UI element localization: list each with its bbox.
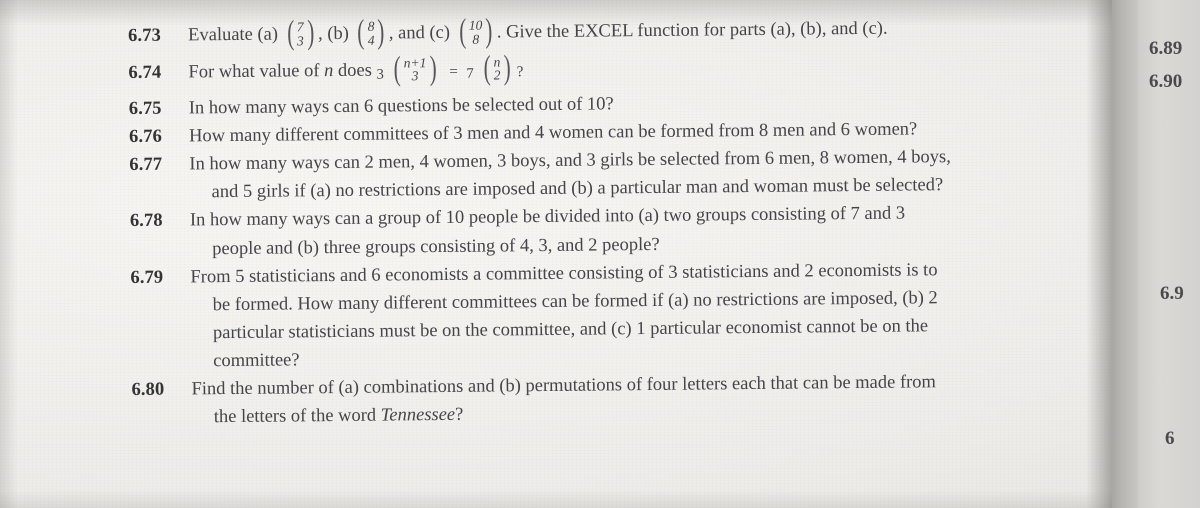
page-gutter-fold <box>1112 0 1138 508</box>
problem-text-part: the letters of the word <box>213 405 381 428</box>
problem-list: 6.73 Evaluate (a) ( 7 3 ) , (b) ( 8 4) … <box>128 13 1112 434</box>
right-paren: ) <box>377 14 385 52</box>
question-mark: ? <box>516 63 524 80</box>
binomial-top: 10 <box>468 17 483 33</box>
binomial-top: n <box>493 53 501 69</box>
problem-6-74: 6.74 For what value of n does 3 ( n+1 3 … <box>128 49 1108 87</box>
binomial-bottom: 2 <box>493 67 501 83</box>
binomial-coefficient-n-plus-1-3: ( n+1 3 ) <box>391 50 439 88</box>
right-coefficient: 7 <box>466 65 474 82</box>
problem-body: For what value of n does 3 ( n+1 3 ) = 7… <box>188 49 1108 88</box>
problem-6-78: 6.78 In how many ways can a group of 10 … <box>130 198 1110 264</box>
binomial-stack: n 2 <box>492 53 501 83</box>
left-edge-shadow <box>0 0 18 508</box>
problem-number: 6.79 <box>130 267 164 288</box>
problem-text-part: ? <box>455 405 464 426</box>
binomial-coefficient-8-4: ( 8 4 ) <box>355 14 387 52</box>
binomial-stack: 10 8 <box>468 17 484 47</box>
binomial-top: 8 <box>367 18 375 34</box>
binomial-stack: 8 4 <box>367 18 376 48</box>
problem-number: 6.77 <box>129 154 163 176</box>
facing-page-problem-number: 6.90 <box>1149 71 1183 92</box>
facing-page-problem-number: 6 <box>1165 428 1175 449</box>
left-paren: ( <box>357 14 365 52</box>
facing-page-problem-number: 6.89 <box>1149 38 1183 59</box>
problem-number: 6.80 <box>131 379 165 401</box>
left-paren: ( <box>286 14 294 52</box>
binomial-bottom: 3 <box>411 68 419 84</box>
binomial-stack: n+1 3 <box>403 55 428 84</box>
equals-sign: = <box>449 63 458 80</box>
right-paren: ) <box>485 12 493 51</box>
problem-number: 6.73 <box>128 25 162 46</box>
problem-number: 6.78 <box>129 211 163 232</box>
facing-page-problem-number: 6.9 <box>1160 283 1184 304</box>
binomial-top: 7 <box>296 19 304 35</box>
binomial-bottom: 3 <box>296 33 304 49</box>
problem-line: Find the number of (a) combinations and … <box>191 372 936 400</box>
binomial-coefficient-n-2: ( n 2 ) <box>481 49 513 87</box>
problem-body: In how many ways can 2 men, 4 women, 3 b… <box>189 142 1109 207</box>
problem-text-part: For what value of n does <box>188 60 373 82</box>
binomial-coefficient-10-8: ( 10 8 ) <box>457 12 495 51</box>
problem-number: 6.76 <box>129 126 162 148</box>
bottom-edge-shadow <box>0 490 1200 508</box>
left-paren: ( <box>393 50 401 88</box>
right-paren: ) <box>429 50 437 88</box>
problem-text-part: , (b) <box>317 23 349 45</box>
problem-text-part: . Give the EXCEL function for parts (a),… <box>496 18 888 43</box>
problem-6-80: 6.80 Find the number of (a) combinations… <box>131 367 1111 433</box>
problem-body: Find the number of (a) combinations and … <box>191 367 1111 432</box>
problem-6-77: 6.77 In how many ways can 2 men, 4 women… <box>129 142 1109 208</box>
problem-line: In how many ways can 2 men, 4 women, 3 b… <box>189 147 951 175</box>
right-paren: ) <box>503 49 511 87</box>
binomial-stack: 7 3 <box>296 19 305 49</box>
problem-text-part: Evaluate (a) <box>188 24 279 46</box>
problem-6-79: 6.79 From 5 statisticians and 6 economis… <box>130 254 1111 376</box>
problem-body: From 5 statisticians and 6 economists a … <box>190 254 1111 375</box>
binomial-bottom: 4 <box>367 32 375 48</box>
problem-text-part: , and (c) <box>388 22 451 44</box>
left-paren: ( <box>483 49 491 87</box>
problem-line: In how many ways can a group of 10 peopl… <box>189 204 906 231</box>
left-coefficient: 3 <box>376 66 384 83</box>
word-tennessee: Tennessee <box>380 405 456 426</box>
left-paren: ( <box>458 13 466 51</box>
binomial-bottom: 8 <box>472 31 480 47</box>
scanned-page: 6.73 Evaluate (a) ( 7 3 ) , (b) ( 8 4) … <box>0 0 1200 508</box>
problem-number: 6.74 <box>128 62 162 83</box>
problem-number: 6.75 <box>128 98 162 120</box>
problem-line: From 5 statisticians and 6 economists a … <box>190 259 938 288</box>
right-paren: ) <box>306 14 315 52</box>
problem-body: In how many ways can a group of 10 peopl… <box>190 198 1110 263</box>
binomial-coefficient-7-3: ( 7 3 ) <box>284 14 316 52</box>
